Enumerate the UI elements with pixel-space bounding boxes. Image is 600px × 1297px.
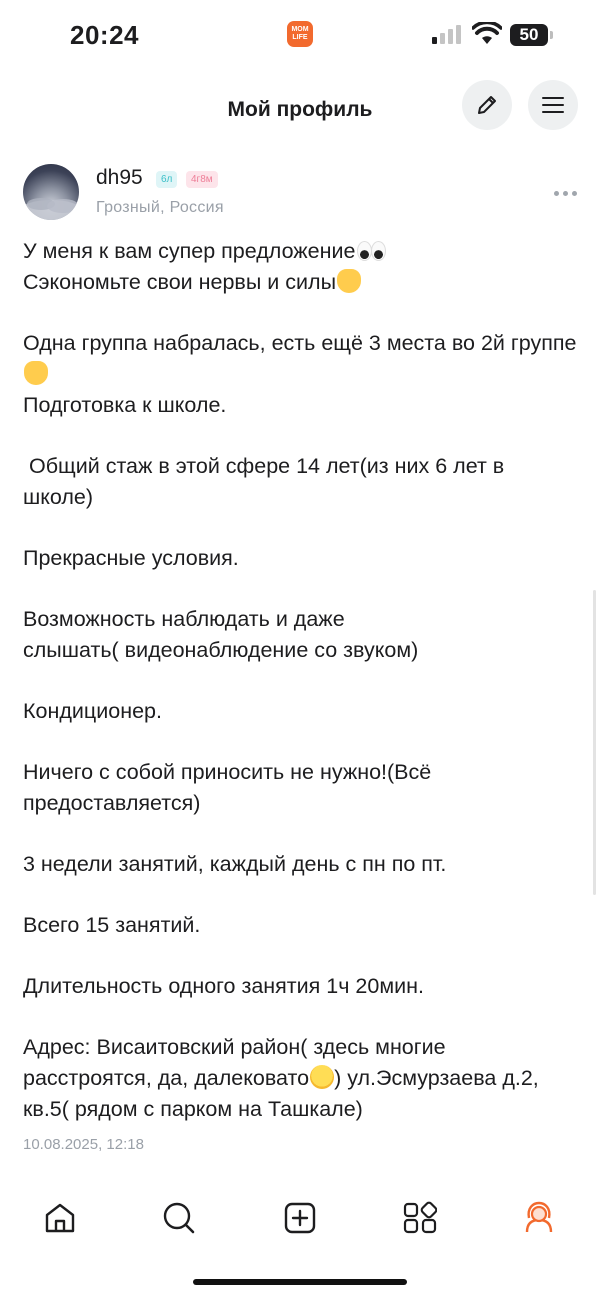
post-line: Общий стаж в этой сфере 14 лет(из них 6 … bbox=[23, 454, 511, 509]
post-paragraph: Всего 15 занятий. bbox=[23, 910, 578, 941]
eyes-emoji-icon bbox=[356, 238, 387, 262]
scrollbar[interactable] bbox=[593, 590, 596, 895]
wifi-icon bbox=[472, 22, 502, 44]
momlife-app-icon: MOM LIFE bbox=[287, 21, 313, 47]
nav-profile[interactable] bbox=[509, 1190, 569, 1246]
child-age-badge-2: 4г8м bbox=[186, 171, 218, 188]
profile-icon bbox=[525, 1201, 553, 1233]
post-line: У меня к вам супер предложение bbox=[23, 239, 356, 263]
more-dot bbox=[571, 190, 577, 196]
search-icon bbox=[163, 1202, 195, 1234]
nav-home[interactable] bbox=[30, 1190, 90, 1246]
avatar[interactable] bbox=[23, 164, 79, 220]
pencil-icon bbox=[478, 96, 496, 114]
bottom-navigation bbox=[0, 1190, 600, 1250]
post-paragraph: Кондиционер. bbox=[23, 696, 578, 727]
laughing-emoji-icon bbox=[310, 1065, 335, 1089]
post-line: Одна группа набралась, есть ещё 3 места … bbox=[23, 331, 577, 355]
nav-search[interactable] bbox=[149, 1190, 209, 1246]
post-line: слышать( видеонаблюдение со звуком) bbox=[23, 638, 419, 662]
ok-hand-emoji-icon bbox=[337, 269, 362, 293]
ok-hand-emoji-icon bbox=[24, 361, 48, 385]
post-paragraph: Длительность одного занятия 1ч 20мин. bbox=[23, 971, 578, 1002]
edit-profile-button[interactable] bbox=[462, 80, 512, 130]
post-line: Ничего с собой приносить не нужно!(Всё п… bbox=[23, 760, 432, 815]
home-indicator[interactable] bbox=[193, 1279, 407, 1285]
post-line: Всего 15 занятий. bbox=[23, 913, 201, 937]
post-paragraph: Возможность наблюдать и даже слышать( ви… bbox=[23, 604, 578, 666]
post-date: 10.08.2025, 12:18 bbox=[23, 1136, 144, 1153]
post-text: У меня к вам супер предложение Сэкономьт… bbox=[23, 236, 578, 1155]
more-dot bbox=[562, 190, 568, 196]
app-badge-line-1: MOM bbox=[291, 26, 309, 33]
child-age-badge: 6л bbox=[156, 171, 178, 188]
post-paragraph: Ничего с собой приносить не нужно!(Всё п… bbox=[23, 757, 578, 819]
more-options-button[interactable] bbox=[550, 180, 580, 206]
home-icon bbox=[45, 1203, 75, 1233]
hamburger-icon bbox=[542, 97, 564, 113]
post-paragraph: У меня к вам супер предложение Сэкономьт… bbox=[23, 236, 578, 298]
post-line: Возможность наблюдать и даже bbox=[23, 607, 345, 631]
battery-level: 50 bbox=[519, 25, 539, 44]
status-time: 20:24 bbox=[70, 20, 139, 50]
post-line: Длительность одного занятия 1ч 20мин. bbox=[23, 974, 424, 998]
add-post-icon bbox=[284, 1202, 316, 1234]
post-paragraph: Прекрасные условия. bbox=[23, 543, 578, 574]
post-line: Сэкономьте свои нервы и силы bbox=[23, 270, 337, 294]
username[interactable]: dh95 bbox=[96, 166, 143, 190]
user-location: Грозный, Россия bbox=[96, 199, 224, 216]
more-dot bbox=[553, 190, 559, 196]
post-line: Прекрасные условия. bbox=[23, 546, 239, 570]
post-line: Кондиционер. bbox=[23, 699, 162, 723]
nav-services[interactable] bbox=[390, 1190, 450, 1246]
post-paragraph: 3 недели занятий, каждый день с пн по пт… bbox=[23, 849, 578, 880]
services-icon bbox=[403, 1201, 437, 1234]
page-header: Мой профиль bbox=[0, 78, 600, 142]
post-paragraph: Адрес: Висаитовский район( здесь многие … bbox=[23, 1032, 578, 1125]
battery-icon: 50 bbox=[510, 24, 548, 46]
menu-button[interactable] bbox=[528, 80, 578, 130]
nav-add-post[interactable] bbox=[270, 1190, 330, 1246]
post-paragraph: Общий стаж в этой сфере 14 лет(из них 6 … bbox=[23, 451, 578, 513]
post-paragraph: Одна группа набралась, есть ещё 3 места … bbox=[23, 328, 578, 421]
post-line: Подготовка к школе. bbox=[23, 393, 227, 417]
app-badge-line-2: LIFE bbox=[292, 34, 308, 41]
battery-tip bbox=[550, 31, 553, 39]
avatar-image bbox=[23, 198, 79, 220]
status-bar: 20:24 MOM LIFE 50 bbox=[0, 0, 600, 72]
cellular-signal-icon bbox=[432, 25, 461, 44]
post-line: 3 недели занятий, каждый день с пн по пт… bbox=[23, 852, 447, 876]
